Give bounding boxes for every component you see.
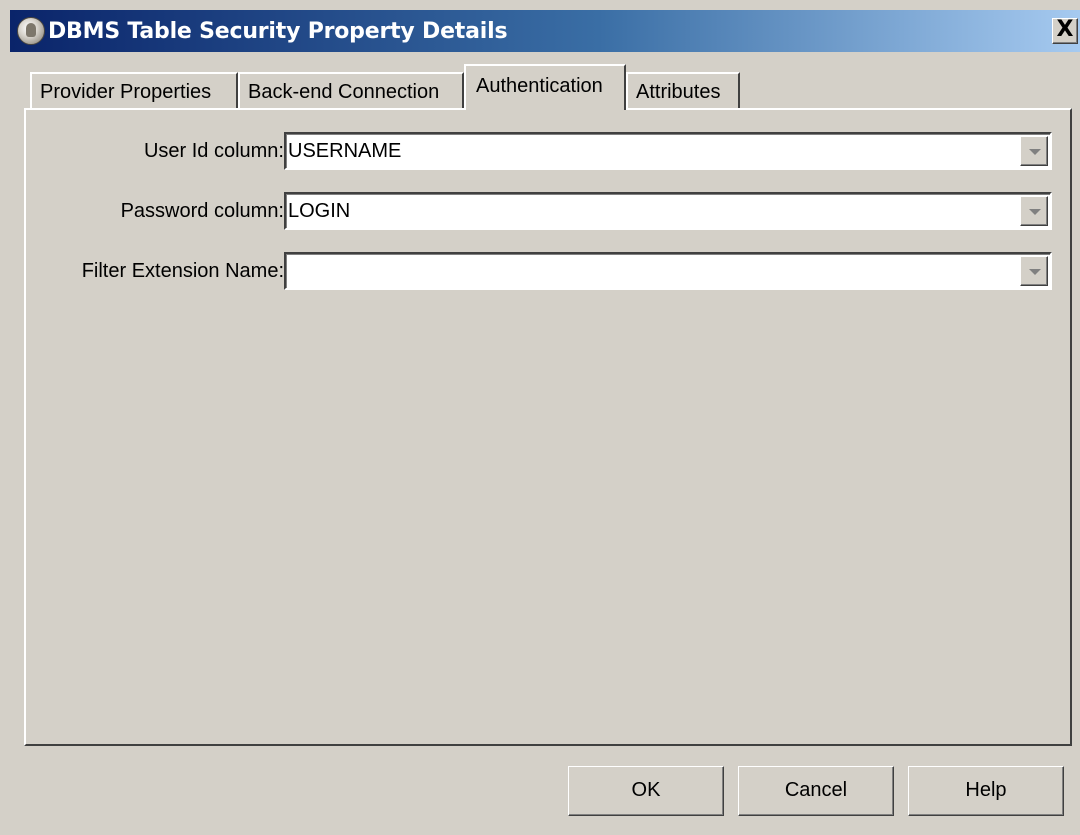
help-button[interactable]: Help — [908, 766, 1064, 816]
chevron-down-icon[interactable] — [1020, 136, 1048, 166]
user-id-value: USERNAME — [288, 140, 402, 162]
filter-extension-label: Filter Extension Name: — [81, 260, 284, 282]
password-value: LOGIN — [288, 200, 351, 222]
user-id-row: User Id column: USERNAME — [26, 132, 1070, 172]
authentication-panel: User Id column: USERNAME Password column… — [24, 108, 1072, 746]
password-combobox[interactable]: LOGIN — [284, 192, 1052, 230]
window-title: DBMS Table Security Property Details — [48, 19, 508, 44]
cancel-button[interactable]: Cancel — [738, 766, 894, 816]
tab-attributes[interactable]: Attributes — [626, 72, 740, 110]
chevron-down-icon[interactable] — [1020, 256, 1048, 286]
password-label: Password column: — [120, 200, 284, 222]
tab-provider-properties[interactable]: Provider Properties — [30, 72, 238, 110]
title-bar: DBMS Table Security Property Details X — [10, 10, 1080, 52]
app-icon — [17, 17, 45, 45]
password-row: Password column: LOGIN — [26, 192, 1070, 232]
filter-row: Filter Extension Name: — [26, 252, 1070, 292]
tab-authentication[interactable]: Authentication — [464, 64, 626, 110]
chevron-down-icon[interactable] — [1020, 196, 1048, 226]
user-id-label: User Id column: — [143, 140, 284, 162]
close-button[interactable]: X — [1052, 18, 1078, 44]
ok-button[interactable]: OK — [568, 766, 724, 816]
tab-back-end-connection[interactable]: Back-end Connection — [238, 72, 464, 110]
filter-extension-combobox[interactable] — [284, 252, 1052, 290]
user-id-combobox[interactable]: USERNAME — [284, 132, 1052, 170]
